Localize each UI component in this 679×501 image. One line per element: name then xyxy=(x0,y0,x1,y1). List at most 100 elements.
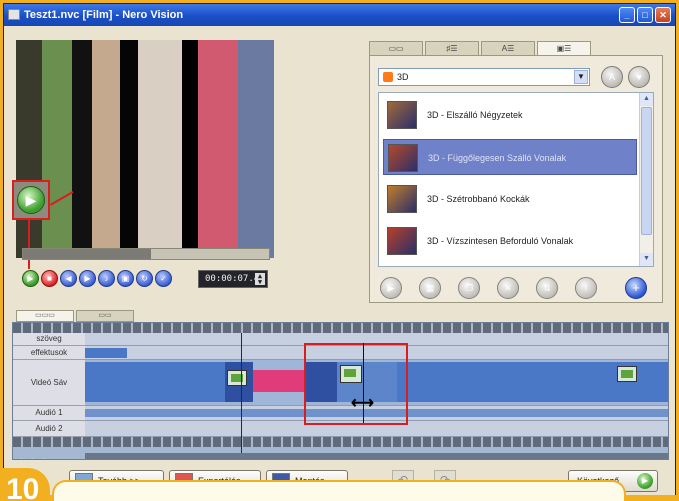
play-callout: ▶ xyxy=(12,180,50,220)
ruler-tick-label: 26s xyxy=(555,459,568,460)
ruler-tick-label: 18s xyxy=(243,459,256,460)
category-dropdown[interactable]: 3D ▼ xyxy=(378,68,590,86)
transition-marker[interactable] xyxy=(253,370,305,392)
callout-connector xyxy=(28,219,30,269)
preview-bg-strip xyxy=(198,40,238,258)
track-label-effects: effektusok xyxy=(13,346,85,360)
timeline-film-strip xyxy=(13,437,668,447)
tab-transitions[interactable]: ▭▭ xyxy=(369,41,423,55)
preview-bg-strip xyxy=(238,40,274,258)
minimize-button[interactable]: _ xyxy=(619,7,635,23)
scroll-down-icon[interactable]: ▼ xyxy=(640,253,653,266)
preview-black-stripe xyxy=(182,40,198,258)
preview-black-stripe xyxy=(72,40,92,258)
tab-storyboard[interactable]: ▭▭▭ xyxy=(16,310,74,322)
tab-text-effects[interactable]: A☰ xyxy=(481,41,535,55)
info-icon[interactable]: ! xyxy=(575,277,597,299)
ruler-tick-label: 16s xyxy=(165,459,178,460)
effects-panel: 3D ▼ A ♥ 3D - Elszálló Négyzetek 3D - Fü… xyxy=(369,55,663,303)
effect-thumbnail xyxy=(387,101,417,129)
category-icon xyxy=(383,72,393,82)
track-label-video: Videó Sáv xyxy=(13,360,85,406)
list-item[interactable]: 3D - Vízszintesen Beforduló Vonalak xyxy=(383,223,637,259)
app-window: Teszt1.nvc [Film] - Nero Vision _ □ ✕ ▶ … xyxy=(3,3,676,495)
preview-black-stripe xyxy=(120,40,138,258)
rewind-icon[interactable]: ◀ xyxy=(60,270,77,287)
maximize-button[interactable]: □ xyxy=(637,7,653,23)
preview-bg-strip xyxy=(138,40,182,258)
loop-icon[interactable]: ↻ xyxy=(136,270,153,287)
video-preview xyxy=(16,40,274,258)
play-icon[interactable]: ▶ xyxy=(22,270,39,287)
preview-bg-strip xyxy=(92,40,120,258)
ruler-tick-label: 20s xyxy=(321,459,334,460)
effects-scrollbar[interactable]: ▲ ▼ xyxy=(639,93,653,266)
category-value: 3D xyxy=(397,72,409,82)
play-icon[interactable]: ▶ xyxy=(17,186,45,214)
effect-thumbnail xyxy=(388,144,418,172)
effect-thumbnail xyxy=(387,227,417,255)
scrollbar-thumb[interactable] xyxy=(641,107,652,235)
forward-icon[interactable]: ▶ xyxy=(79,270,96,287)
effect-label: 3D - Vízszintesen Beforduló Vonalak xyxy=(427,236,574,246)
zoom-in-icon[interactable]: ⊕ xyxy=(17,457,25,459)
list-item[interactable]: 3D - Függőlegesen Szálló Vonalak xyxy=(383,139,637,175)
properties-icon[interactable]: ▦ xyxy=(419,277,441,299)
add-effect-icon[interactable]: + xyxy=(625,277,647,299)
track-label-audio1: Audió 1 xyxy=(13,406,85,421)
close-button[interactable]: ✕ xyxy=(655,7,671,23)
step-note-box xyxy=(52,480,626,501)
tab-effects[interactable]: ♯☰ xyxy=(425,41,479,55)
window-title: Teszt1.nvc [Film] - Nero Vision xyxy=(24,9,184,21)
effects-tabs: ▭▭ ♯☰ A☰ ▣☰ xyxy=(369,41,659,55)
next-arrow-icon: ▶ xyxy=(637,473,653,489)
timeline: szöveg effektusok Videó Sáv Audió 1 Audi… xyxy=(12,322,669,460)
ruler-tick-label: 22s xyxy=(399,459,412,460)
duplicate-icon[interactable]: ❐ xyxy=(458,277,480,299)
zoom-out-icon[interactable]: ⊖ xyxy=(28,457,36,459)
transition-icon xyxy=(340,365,362,383)
effect-thumbnail xyxy=(387,185,417,213)
chevron-down-icon[interactable]: ▼ xyxy=(574,70,588,84)
cursor-line xyxy=(363,343,364,423)
favorite-filter-icon[interactable]: ♥ xyxy=(628,66,650,88)
effects-list: 3D - Elszálló Négyzetek 3D - Függőlegese… xyxy=(378,92,654,267)
time-ruler[interactable]: 14s 16s 18s 20s 22s 24s 26s 28s xyxy=(85,453,668,460)
fullscreen-icon[interactable]: ▣ xyxy=(117,270,134,287)
snapshot-icon[interactable]: ✓ xyxy=(155,270,172,287)
preview-scrubber[interactable] xyxy=(22,248,270,260)
tab-3d-transitions[interactable]: ▣☰ xyxy=(537,41,591,55)
effect-label: 3D - Függőlegesen Szálló Vonalak xyxy=(428,153,567,163)
effect-label: 3D - Elszálló Négyzetek xyxy=(427,110,523,120)
track-label-audio2: Audió 2 xyxy=(13,421,85,437)
title-bar: Teszt1.nvc [Film] - Nero Vision _ □ ✕ xyxy=(4,4,675,26)
volume-icon[interactable]: ♪ xyxy=(98,270,115,287)
fit-icon[interactable]: ⊘ xyxy=(39,457,47,459)
playhead-line[interactable] xyxy=(241,333,242,453)
tab-timeline[interactable]: ▭▭ xyxy=(76,310,134,322)
preview-effect-icon[interactable]: ▶ xyxy=(380,277,402,299)
all-filter-icon[interactable]: A xyxy=(601,66,623,88)
preview-bg-strip xyxy=(42,40,72,258)
clip-thumbnail-icon xyxy=(617,366,637,382)
timecode-spinner-icon[interactable]: ▲ ▼ xyxy=(255,273,265,286)
stop-icon[interactable]: ■ xyxy=(41,270,58,287)
timeline-film-strip xyxy=(13,323,668,333)
delete-icon[interactable]: ✕ xyxy=(497,277,519,299)
app-icon xyxy=(8,9,20,20)
scrubber-fill xyxy=(23,249,151,259)
list-item[interactable]: 3D - Szétrobbanó Kockák xyxy=(383,181,637,217)
move-icon[interactable]: ⇅ xyxy=(536,277,558,299)
ruler-tick-label: 28s xyxy=(645,459,658,460)
timeline-tabs: ▭▭▭ ▭▭ xyxy=(16,310,146,322)
effect-clip[interactable] xyxy=(85,348,127,358)
scroll-up-icon[interactable]: ▲ xyxy=(640,93,653,106)
effect-label: 3D - Szétrobbanó Kockák xyxy=(427,194,530,204)
timecode-field[interactable]: 00:00:07.40 ▲ ▼ xyxy=(198,270,268,288)
list-item[interactable]: 3D - Elszálló Négyzetek xyxy=(383,97,637,133)
video-clip[interactable] xyxy=(85,362,225,402)
ruler-tick-label: 14s xyxy=(87,459,100,460)
track-label-text: szöveg xyxy=(13,333,85,346)
ruler-tick-label: 24s xyxy=(477,459,490,460)
clip-thumbnail-icon xyxy=(227,370,247,386)
